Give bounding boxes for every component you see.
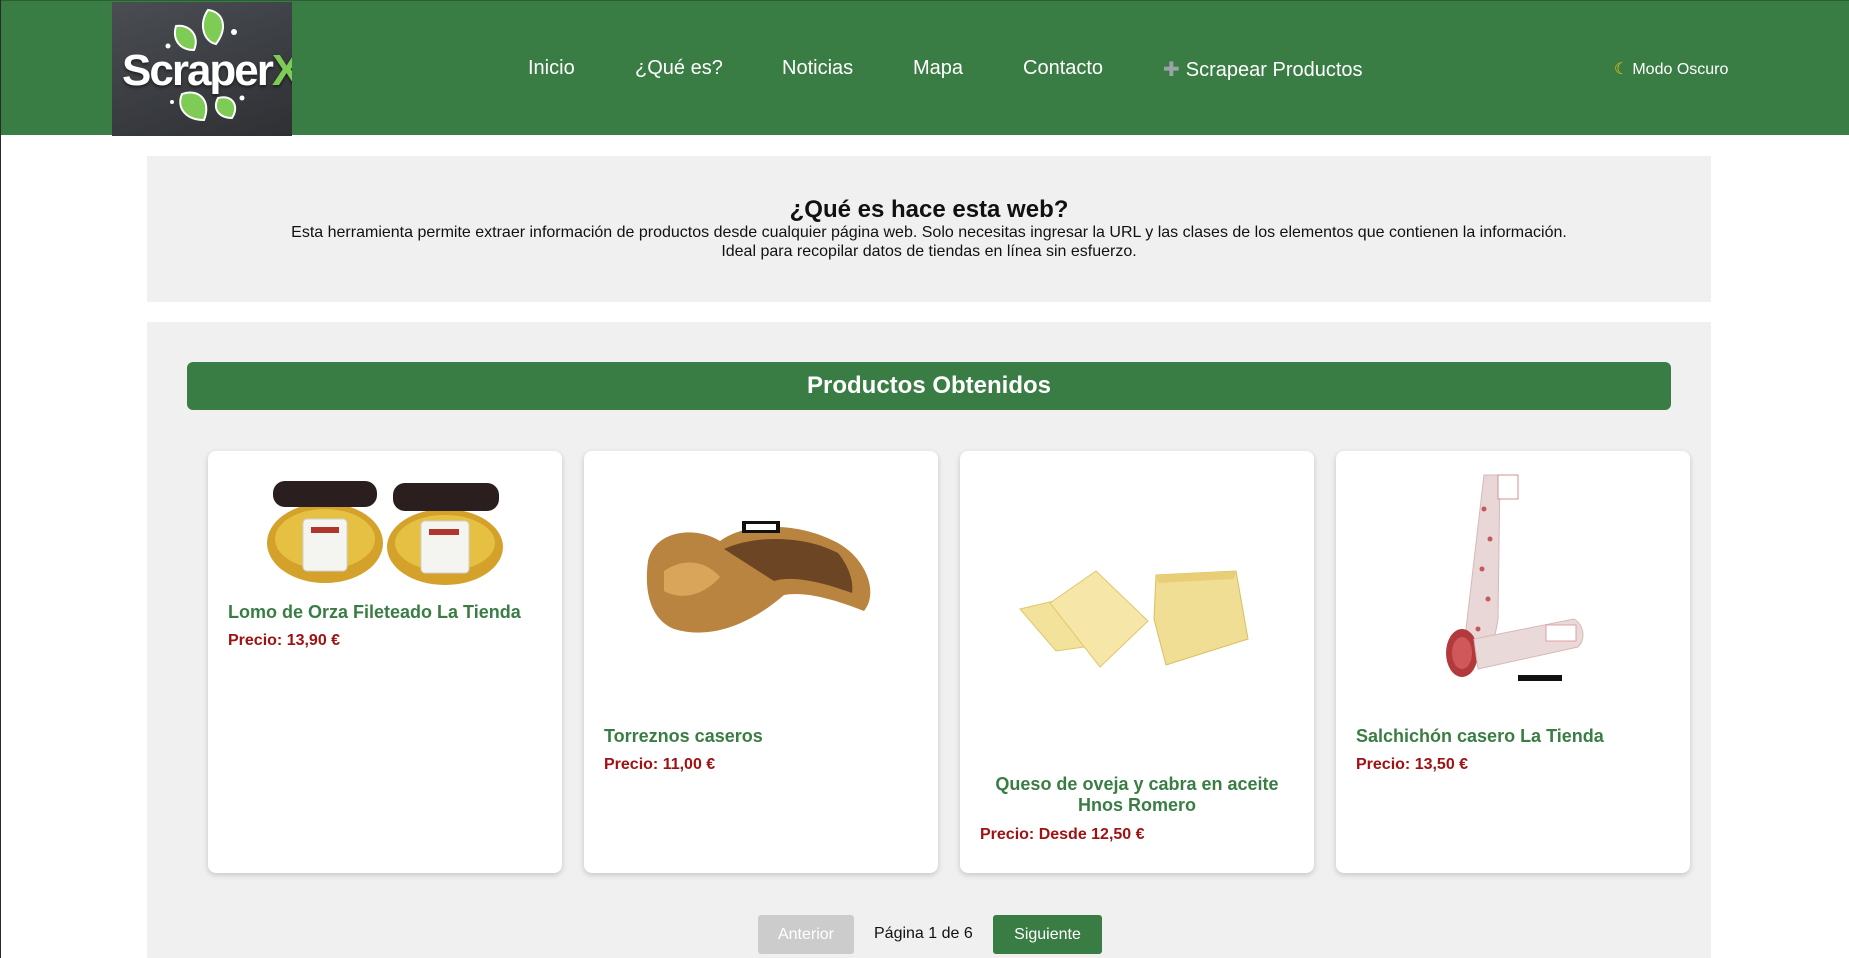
product-name[interactable]: Salchichón casero La Tienda <box>1356 726 1670 747</box>
intro-section: ¿Qué es hace esta web? Esta herramienta … <box>147 156 1711 302</box>
salchichon-image <box>1428 469 1596 699</box>
moon-icon: ☾ <box>1614 61 1629 78</box>
cheese-wedges-image <box>1016 569 1258 673</box>
scraperx-logo[interactable]: ScraperX <box>112 2 292 136</box>
nav-que-es[interactable]: ¿Qué es? <box>635 57 723 80</box>
intro-description-2: Ideal para recopilar datos de tiendas en… <box>721 243 1137 260</box>
product-card[interactable]: Torreznos caseros Precio: 11,00 € <box>584 451 938 873</box>
plus-icon: ✚ <box>1163 59 1180 81</box>
product-name[interactable]: Queso de oveja y cabra en aceite Hnos Ro… <box>980 774 1294 816</box>
nav-scrapear-label: Scrapear Productos <box>1185 59 1363 81</box>
nav-mapa[interactable]: Mapa <box>913 57 963 80</box>
product-price: Precio: 13,90 € <box>228 632 341 649</box>
page-indicator: Página 1 de 6 <box>874 925 973 942</box>
nav-contacto[interactable]: Contacto <box>1023 57 1103 80</box>
product-card[interactable]: Salchichón casero La Tienda Precio: 13,5… <box>1336 451 1690 873</box>
nav-inicio[interactable]: Inicio <box>528 57 575 80</box>
previous-page-button[interactable]: Anterior <box>758 915 854 954</box>
product-name[interactable]: Lomo de Orza Fileteado La Tienda <box>228 602 542 623</box>
product-price: Precio: 13,50 € <box>1356 756 1469 773</box>
site-header: ScraperX Inicio ¿Qué es? Noticias Mapa C… <box>1 0 1849 136</box>
jars-of-lomo-image <box>263 469 507 587</box>
product-card[interactable]: Queso de oveja y cabra en aceite Hnos Ro… <box>960 451 1314 873</box>
dark-mode-label: Modo Oscuro <box>1632 61 1729 78</box>
dark-mode-toggle[interactable]: ☾ Modo Oscuro <box>1614 59 1728 79</box>
nav-noticias[interactable]: Noticias <box>782 57 853 80</box>
product-name[interactable]: Torreznos caseros <box>604 726 918 747</box>
nav-scrapear-productos[interactable]: ✚ Scrapear Productos <box>1163 57 1363 82</box>
logo-wordmark: Scraper <box>122 46 274 95</box>
torreznos-image <box>634 471 888 645</box>
product-card[interactable]: Lomo de Orza Fileteado La Tienda Precio:… <box>208 451 562 873</box>
products-section: Productos Obtenidos Lomo de Orza Filetea… <box>147 322 1711 958</box>
products-title: Productos Obtenidos <box>187 362 1671 410</box>
intro-title: ¿Qué es hace esta web? <box>789 196 1069 223</box>
logo-x: X <box>271 46 292 95</box>
next-page-button[interactable]: Siguiente <box>993 915 1102 954</box>
product-price: Precio: Desde 12,50 € <box>980 826 1145 843</box>
intro-description: Esta herramienta permite extraer informa… <box>291 224 1567 241</box>
product-price: Precio: 11,00 € <box>604 756 716 773</box>
